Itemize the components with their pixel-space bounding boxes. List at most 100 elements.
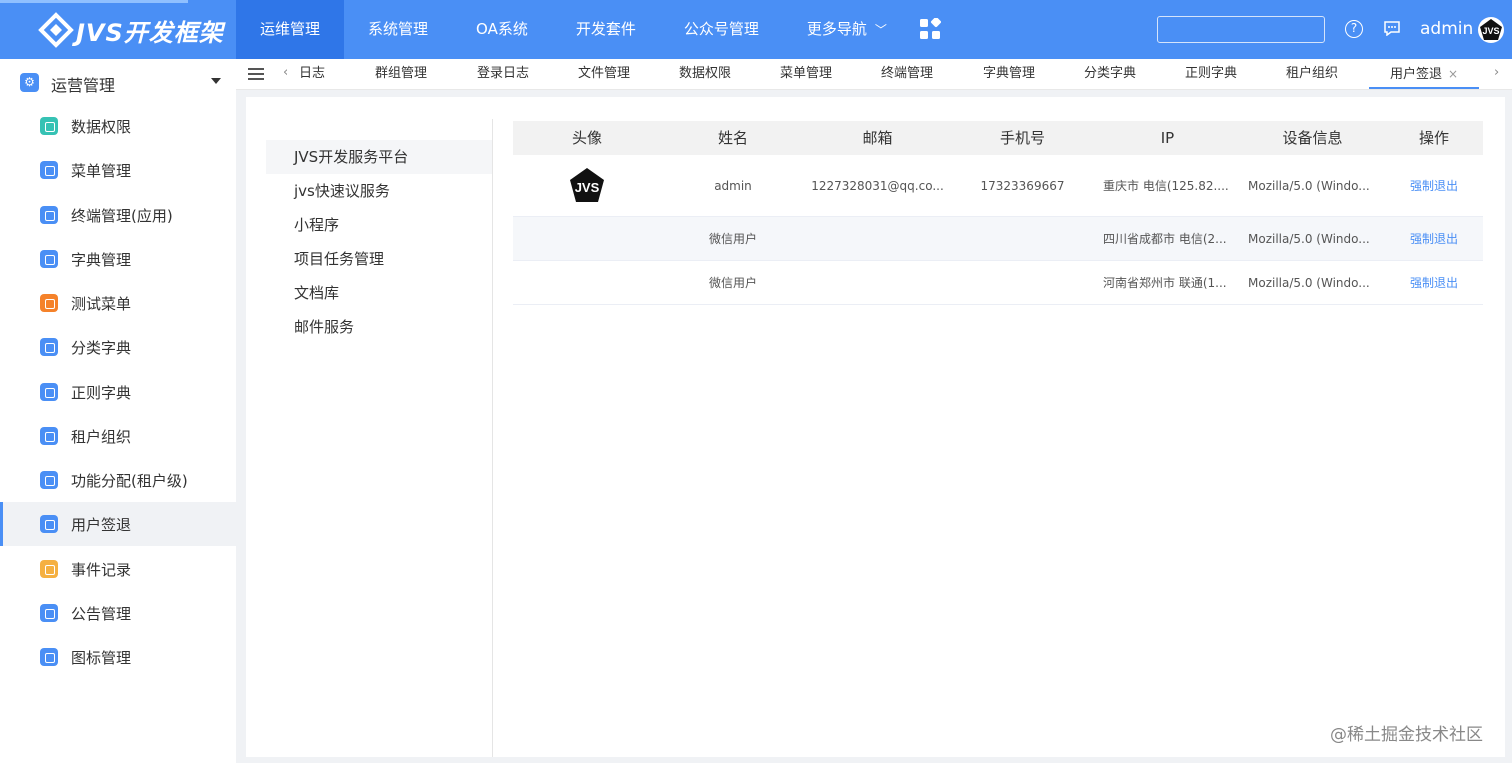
nav-label: OA系统 <box>476 20 528 38</box>
hamburger-icon[interactable] <box>248 68 264 80</box>
nav-label: 更多导航 <box>806 20 867 38</box>
tab[interactable]: 群组管理 <box>362 59 440 89</box>
service-item[interactable]: 项目任务管理 <box>266 242 492 276</box>
nav-official-account[interactable]: 公众号管理 <box>660 0 783 59</box>
service-item[interactable]: 邮件服务 <box>266 310 492 344</box>
tab[interactable]: 文件管理 <box>565 59 643 89</box>
nav-oa-system[interactable]: OA系统 <box>452 0 552 59</box>
nav-ops-management[interactable]: 运维管理 <box>236 0 345 59</box>
close-icon[interactable]: × <box>1448 67 1458 81</box>
service-item[interactable]: 文档库 <box>266 276 492 310</box>
logout-icon <box>40 515 58 533</box>
sidebar-item[interactable]: 菜单管理 <box>0 148 236 192</box>
tab[interactable]: 用户签退 × <box>1369 59 1479 89</box>
tab[interactable]: 字典管理 <box>970 59 1048 89</box>
tab-label: 菜单管理 <box>779 66 832 81</box>
nav-system-management[interactable]: 系统管理 <box>344 0 452 59</box>
force-logout-link[interactable]: 强制退出 <box>1410 274 1458 291</box>
tab-label: 终端管理 <box>880 66 933 81</box>
sidebar-item[interactable]: 公告管理 <box>0 591 236 635</box>
tab[interactable]: 终端管理 <box>868 59 946 89</box>
table-header: 头像 姓名 邮箱 手机号 IP 设备信息 操作 <box>513 121 1483 155</box>
tab[interactable]: 数据权限 <box>666 59 744 89</box>
sidebar-item-label: 测试菜单 <box>71 295 132 313</box>
sessions-table: 头像 姓名 邮箱 手机号 IP 设备信息 操作 JVS admin 1227328031@qq.… <box>513 121 1483 305</box>
help-icon[interactable]: ? <box>1345 20 1363 38</box>
tab[interactable]: 登录日志 <box>464 59 542 89</box>
divider <box>492 119 493 757</box>
sidebar-item-label: 租户组织 <box>71 428 132 446</box>
cell-phone <box>950 261 1095 304</box>
cell-ip: 河南省郑州市 联通(1... <box>1103 276 1227 290</box>
nav-label: 开发套件 <box>575 20 636 38</box>
sidebar-item-label: 数据权限 <box>71 118 132 136</box>
sidebar-item[interactable]: 测试菜单 <box>0 281 236 325</box>
icon-manage-icon <box>40 648 58 666</box>
cell-name: 微信用户 <box>708 232 757 246</box>
username[interactable]: admin <box>1420 19 1473 39</box>
sidebar-item-label: 用户签退 <box>71 516 132 534</box>
caret-down-icon <box>211 78 221 84</box>
cell-action: 强制退出 <box>1385 155 1483 216</box>
sidebar-item-label: 图标管理 <box>71 649 132 667</box>
main-content: JVS开发服务平台 jvs快速议服务 小程序 项目任务管理 文档库 邮件服务 头像 姓名 邮箱… <box>246 97 1505 757</box>
avatar-cell: JVS <box>513 155 661 216</box>
search-input[interactable] <box>1157 16 1325 43</box>
tabs-scroll-right-icon[interactable]: › <box>1494 65 1499 80</box>
sidebar-item[interactable]: 事件记录 <box>0 547 236 591</box>
tab-label: 用户签退 <box>1389 67 1442 82</box>
top-header: JVS开发框架 运维管理 系统管理 OA系统 开发套件 公众号管理 更多导航 ﹀ … <box>0 0 1512 59</box>
sidebar-item[interactable]: 分类字典 <box>0 325 236 369</box>
cell-action: 强制退出 <box>1385 217 1483 260</box>
nav-more[interactable]: 更多导航 ﹀ <box>783 0 911 59</box>
tab[interactable]: 正则字典 <box>1172 59 1250 89</box>
message-icon[interactable] <box>1383 21 1401 36</box>
cell-name: 微信用户 <box>708 276 757 290</box>
chevron-down-icon: ﹀ <box>874 23 887 37</box>
sidebar-item[interactable]: 数据权限 <box>0 104 236 148</box>
apps-grid-icon[interactable] <box>919 18 941 40</box>
tab[interactable]: 租户组织 <box>1273 59 1351 89</box>
column-header: 头像 <box>571 129 602 147</box>
sidebar-item-label: 事件记录 <box>71 561 132 579</box>
sidebar-item-label: 公告管理 <box>71 605 132 623</box>
sidebar-item-label: 正则字典 <box>71 384 132 402</box>
sidebar-item[interactable]: 字典管理 <box>0 237 236 281</box>
table-row: 微信用户 四川省成都市 电信(2... Mozilla/5.0 (Windo... 强… <box>513 217 1483 261</box>
sidebar-item[interactable]: 租户组织 <box>0 414 236 458</box>
nav-dev-suite[interactable]: 开发套件 <box>552 0 660 59</box>
sidebar-item[interactable]: 图标管理 <box>0 635 236 679</box>
box-icon <box>40 471 58 489</box>
service-item[interactable]: jvs快速议服务 <box>266 174 492 208</box>
force-logout-link[interactable]: 强制退出 <box>1410 177 1458 194</box>
tab[interactable]: 菜单管理 <box>767 59 845 89</box>
nav-label: 系统管理 <box>368 20 429 38</box>
tab[interactable]: 分类字典 <box>1071 59 1149 89</box>
menu-icon <box>40 161 58 179</box>
column-header: IP <box>1160 129 1175 147</box>
home-icon <box>40 294 58 312</box>
watermark: @稀土掘金技术社区 <box>1330 725 1483 745</box>
sidebar-item[interactable]: 终端管理(应用) <box>0 193 236 237</box>
sidebar: ⚙ 运营管理 数据权限菜单管理终端管理(应用) 字典管理测试菜单分类字典正则字典租… <box>0 59 236 763</box>
service-item[interactable]: 小程序 <box>266 208 492 242</box>
column-header: 邮箱 <box>862 129 893 147</box>
top-nav: 运维管理 系统管理 OA系统 开发套件 公众号管理 更多导航 ﹀ <box>236 0 911 59</box>
svg-text:JVS: JVS <box>575 180 600 195</box>
service-item[interactable]: JVS开发服务平台 <box>266 140 492 174</box>
logo[interactable]: JVS开发框架 <box>38 10 224 50</box>
cell-name: admin <box>714 178 752 193</box>
record-icon <box>40 560 58 578</box>
sidebar-item[interactable]: 正则字典 <box>0 370 236 414</box>
tab-label: 字典管理 <box>982 66 1035 81</box>
settings-icon: ⚙ <box>20 73 39 92</box>
sidebar-group-header[interactable]: ⚙ 运营管理 <box>0 59 236 106</box>
tabs-bar: ‹ 日志 群组管理 登录日志 文件管理 数据权限 菜单管理 终端管理 字典管理 分类字典 正则字典… <box>236 59 1512 90</box>
force-logout-link[interactable]: 强制退出 <box>1410 230 1458 247</box>
sidebar-item[interactable]: 功能分配(租户级) <box>0 458 236 502</box>
sidebar-item-label: 终端管理(应用) <box>71 207 173 225</box>
sidebar-item[interactable]: 用户签退 <box>0 502 236 546</box>
organization-icon <box>40 427 58 445</box>
tab[interactable]: 日志 <box>286 59 338 89</box>
user-avatar[interactable]: JVS <box>1478 17 1504 43</box>
